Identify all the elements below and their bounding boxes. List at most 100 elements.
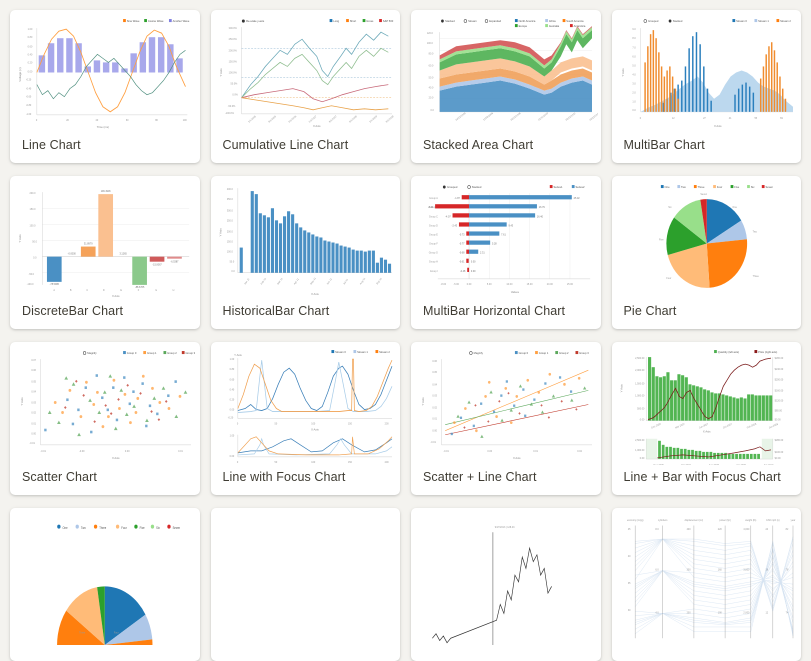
svg-text:Group E: Group E: [429, 233, 438, 236]
svg-text:01/11/2010: 01/11/2010: [538, 111, 550, 121]
svg-text:Two: Two: [681, 185, 686, 189]
svg-text:C: C: [86, 289, 88, 292]
svg-text:1.00: 1.00: [28, 28, 33, 31]
svg-text:50.0: 50.0: [429, 76, 434, 79]
svg-text:-0.40: -0.40: [26, 88, 32, 91]
svg-text:-0.20: -0.20: [227, 417, 233, 420]
legend-line-focus: Stream 0 Stream 1 Stream 2: [330, 350, 390, 354]
chart-card-parallel-coordinates[interactable]: economy (mpg) cylinders displacement (cc)…: [611, 508, 802, 661]
svg-text:0.04: 0.04: [432, 383, 437, 386]
chart-plot-stacked-area-chart[interactable]: Stacked Stream Expanded North America Af…: [411, 10, 601, 133]
svg-text:-1.87: -1.87: [454, 197, 460, 200]
chart-card-pie-chart[interactable]: One Two Three Four Five Six Seven One Tw…: [611, 176, 802, 329]
svg-text:0.0: 0.0: [431, 109, 435, 112]
svg-text:0.05: 0.05: [31, 380, 36, 383]
chart-card-title: MultiBar Horizontal Chart: [423, 304, 566, 318]
svg-text:Another Wave: Another Wave: [173, 19, 190, 23]
svg-text:5/1/2008: 5/1/2008: [348, 115, 358, 124]
svg-text:-50.0%: -50.0%: [227, 105, 235, 108]
svg-text:Group C: Group C: [429, 215, 438, 218]
svg-text:Group D: Group D: [429, 224, 438, 227]
chart-plot-line-bar-focus-chart[interactable]: Quantity (left axis) Price (right axis) …: [612, 342, 802, 465]
svg-text:Long: Long: [333, 19, 339, 23]
chart-card-stacked-area-chart[interactable]: Stacked Stream Expanded North America Af…: [411, 10, 601, 163]
svg-text:X Axis: X Axis: [312, 124, 320, 128]
chart-card-sparkline[interactable]: 9/17/2013 | 128.43: [411, 508, 601, 661]
svg-text:North America: North America: [519, 19, 536, 23]
chart-card-donut-pie-chart[interactable]: One Two Three Four Five Six Seven Three …: [10, 508, 200, 661]
svg-text:100.0: 100.0: [427, 42, 434, 45]
svg-text:Africa: Africa: [549, 19, 556, 23]
chart-plot-multibar-chart[interactable]: Grouped Stacked Stream 0 Stream 1 Stream…: [612, 10, 802, 133]
svg-text:Four: Four: [666, 277, 671, 280]
svg-text:Mar 2007: Mar 2007: [674, 422, 685, 429]
svg-text:Oct 2007: Oct 2007: [722, 423, 733, 430]
svg-text:40: 40: [96, 119, 99, 122]
svg-text:0.06: 0.06: [432, 360, 437, 363]
svg-text:Group 0: Group 0: [127, 351, 137, 355]
chart-plot-sparkline[interactable]: 9/17/2013 | 128.43: [411, 508, 601, 645]
controls-multibar-horizontal: Grouped Stacked: [442, 185, 482, 189]
chart-plot-parallel-coordinates[interactable]: economy (mpg) cylinders displacement (cc)…: [612, 508, 802, 645]
svg-text:0.0: 0.0: [231, 270, 235, 273]
chart-plot-donut-pie-chart[interactable]: One Two Three Four Five Six Seven Three …: [10, 508, 200, 645]
svg-text:Y Axis: Y Axis: [619, 384, 623, 393]
svg-text:-0.0000: -0.0000: [68, 253, 77, 256]
chart-plot-scatter-chart[interactable]: Magnify Group 0 Group 1 Group 2 Group 3 …: [10, 342, 200, 465]
svg-text:E: E: [120, 289, 122, 292]
svg-text:0.60: 0.60: [229, 378, 234, 381]
svg-text:Five: Five: [140, 526, 145, 530]
chart-card-title: Scatter Chart: [22, 470, 97, 484]
chart-plot-discretebar-chart[interactable]: 200.0 150.0 100.0 50.0 0.0 -50.0 -100.0 A B C D E…: [10, 176, 200, 299]
chart-card-line-with-focus-chart[interactable]: Stream 0 Stream 1 Stream 2 Y Axis 1.00 0.…: [210, 342, 401, 495]
svg-text:0.00: 0.00: [229, 408, 234, 411]
svg-text:0.00: 0.00: [639, 457, 644, 460]
svg-text:0: 0: [236, 461, 238, 464]
control-rescale-y-axis: Re-scale y-axis: [241, 19, 264, 23]
svg-text:Group 2: Group 2: [559, 351, 569, 355]
chart-card-historicalbar-chart[interactable]: 400.0 350.0 300.0 250.0 200.0 150.0 100.0 50.…: [210, 176, 401, 329]
chart-plot-pie-chart[interactable]: One Two Three Four Five Six Seven One Tw…: [612, 176, 802, 299]
chart-card-multibar-horizontal-chart[interactable]: Grouped Stacked Series1 Series2 Group A G…: [411, 176, 601, 329]
svg-text:12: 12: [671, 117, 674, 120]
svg-text:-8.00: -8.00: [441, 283, 447, 286]
svg-text:Expanded: Expanded: [489, 19, 501, 23]
chart-card-multibar-chart[interactable]: Grouped Stacked Stream 0 Stream 1 Stream…: [611, 10, 802, 163]
svg-text:0-60 mph (s): 0-60 mph (s): [766, 518, 780, 522]
chart-card-scatter-chart[interactable]: Magnify Group 0 Group 1 Group 2 Group 3 …: [10, 342, 200, 495]
chart-card-line-chart[interactable]: Sine Wave Cosine Wave Another Wave 1.00 0…: [10, 10, 200, 163]
svg-text:Magnify: Magnify: [474, 351, 484, 355]
svg-text:Voltage (v): Voltage (v): [18, 67, 22, 81]
chart-card-empty[interactable]: [210, 508, 400, 661]
chart-card-title: Line with Focus Chart: [222, 470, 346, 484]
svg-text:0.80: 0.80: [28, 36, 33, 39]
svg-text:Y Axis: Y Axis: [421, 397, 425, 406]
svg-text:Short: Short: [349, 19, 356, 23]
chart-plot-line-with-focus-chart[interactable]: Stream 0 Stream 1 Stream 2 Y Axis 1.00 0.…: [211, 342, 401, 465]
svg-text:Six: Six: [156, 526, 160, 530]
chart-plot-cumulative-line-chart[interactable]: Re-scale y-axis Long Short Gross S&P 500…: [211, 10, 401, 133]
chart-plot-historicalbar-chart[interactable]: 400.0 350.0 300.0 250.0 200.0 150.0 100.0 50.…: [211, 176, 401, 299]
svg-text:South America: South America: [566, 19, 584, 23]
chart-plot-scatter-line-chart[interactable]: Magnify Group 0 Group 1 Group 2 Group 3 …: [411, 342, 601, 465]
chart-card-scatter-line-chart[interactable]: Magnify Group 0 Group 1 Group 2 Group 3 …: [411, 342, 601, 495]
svg-text:Group H: Group H: [429, 261, 438, 264]
svg-text:400.0: 400.0: [226, 188, 233, 191]
svg-text:Group A: Group A: [429, 197, 438, 200]
svg-text:-5.00: -5.00: [453, 283, 459, 286]
svg-text:12: 12: [765, 610, 768, 614]
svg-text:27: 27: [703, 117, 706, 120]
svg-text:0.60: 0.60: [28, 45, 33, 48]
chart-card-cumulative-line-chart[interactable]: Re-scale y-axis Long Short Gross S&P 500…: [210, 10, 401, 163]
svg-text:$240.00: $240.00: [774, 368, 783, 371]
svg-text:One: One: [63, 526, 68, 530]
chart-card-line-bar-focus-chart[interactable]: Quantity (left axis) Price (right axis) …: [611, 342, 802, 495]
chart-card-discretebar-chart[interactable]: 200.0 150.0 100.0 50.0 0.0 -50.0 -100.0 A B C D E…: [10, 176, 200, 329]
svg-text:1/1/2009: 1/1/2009: [368, 115, 378, 124]
svg-text:Values: Values: [511, 290, 520, 294]
svg-text:X Axis: X Axis: [112, 294, 120, 298]
chart-plot-multibar-horizontal-chart[interactable]: Grouped Stacked Series1 Series2 Group A G…: [411, 176, 601, 299]
chart-plot-line-chart[interactable]: Sine Wave Cosine Wave Another Wave 1.00 0…: [10, 10, 200, 133]
svg-text:-0.80: -0.80: [26, 104, 32, 107]
svg-text:$100.00: $100.00: [774, 451, 783, 454]
